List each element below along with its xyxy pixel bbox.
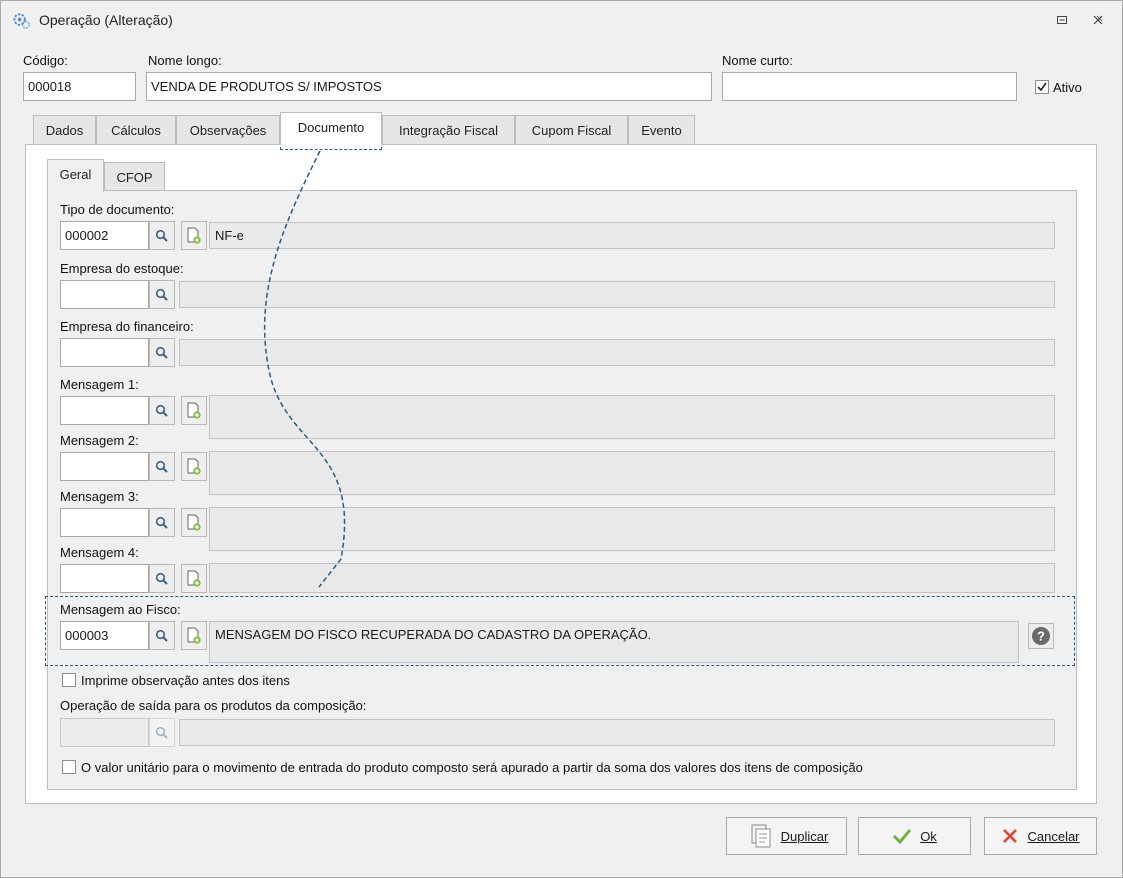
mensagem1-label: Mensagem 1: bbox=[60, 377, 139, 392]
new-document-icon bbox=[187, 514, 201, 531]
mensagem4-search-button[interactable] bbox=[149, 564, 175, 593]
new-document-icon bbox=[187, 570, 201, 587]
check-icon bbox=[1037, 82, 1047, 92]
tab-observacoes[interactable]: Observações bbox=[176, 115, 280, 145]
empresa-estoque-label: Empresa do estoque: bbox=[60, 261, 184, 276]
nome-longo-input[interactable]: VENDA DE PRODUTOS S/ IMPOSTOS bbox=[146, 72, 712, 101]
operacao-saida-code-input[interactable] bbox=[60, 718, 149, 747]
mensagem3-code-input[interactable] bbox=[60, 508, 149, 537]
empresa-financeiro-search-button[interactable] bbox=[149, 338, 175, 367]
imprime-observacao-checkbox[interactable] bbox=[62, 673, 76, 687]
duplicar-label: Duplicar bbox=[780, 828, 829, 844]
restore-icon[interactable] bbox=[1055, 13, 1069, 27]
imprime-observacao-label: Imprime observação antes dos itens bbox=[81, 673, 290, 688]
tab-integracao-fiscal[interactable]: Integração Fiscal bbox=[382, 115, 515, 145]
search-icon bbox=[155, 404, 168, 417]
subtab-geral[interactable]: Geral bbox=[47, 159, 104, 192]
mensagem4-code-input[interactable] bbox=[60, 564, 149, 593]
tab-cupom-fiscal[interactable]: Cupom Fiscal bbox=[515, 115, 628, 145]
window-title: Operação (Alteração) bbox=[39, 12, 173, 28]
gears-app-icon bbox=[13, 13, 30, 29]
tab-documento[interactable]: Documento bbox=[280, 112, 382, 145]
checkmark-icon bbox=[893, 829, 912, 844]
search-icon bbox=[155, 516, 168, 529]
highlight-mensagem-fisco bbox=[45, 596, 1075, 666]
nome-longo-label: Nome longo: bbox=[148, 53, 222, 68]
mensagem3-label: Mensagem 3: bbox=[60, 489, 139, 504]
mensagem1-new-button[interactable] bbox=[181, 396, 207, 425]
operacao-saida-search-button[interactable] bbox=[149, 718, 175, 747]
empresa-estoque-code-input[interactable] bbox=[60, 280, 149, 309]
ok-label: Ok bbox=[920, 828, 937, 844]
new-document-icon bbox=[187, 458, 201, 475]
mensagem2-new-button[interactable] bbox=[181, 452, 207, 481]
new-document-icon bbox=[187, 402, 201, 419]
mensagem3-search-button[interactable] bbox=[149, 508, 175, 537]
tipo-documento-search-button[interactable] bbox=[149, 221, 175, 250]
codigo-label: Código: bbox=[23, 53, 68, 68]
search-icon bbox=[155, 288, 168, 301]
operacao-saida-label: Operação de saída para os produtos da co… bbox=[60, 698, 367, 713]
mensagem4-label: Mensagem 4: bbox=[60, 545, 139, 560]
search-icon bbox=[155, 460, 168, 473]
valor-unitario-label: O valor unitário para o movimento de ent… bbox=[81, 760, 863, 775]
empresa-estoque-search-button[interactable] bbox=[149, 280, 175, 309]
mensagem3-new-button[interactable] bbox=[181, 508, 207, 537]
search-icon bbox=[155, 726, 168, 739]
mensagem1-search-button[interactable] bbox=[149, 396, 175, 425]
cancel-x-icon bbox=[1003, 829, 1018, 843]
subtab-cfop[interactable]: CFOP bbox=[104, 162, 165, 192]
mensagem2-search-button[interactable] bbox=[149, 452, 175, 481]
nome-curto-input[interactable] bbox=[722, 72, 1017, 101]
operacao-saida-description bbox=[179, 719, 1055, 746]
cancelar-button[interactable]: Cancelar bbox=[984, 817, 1097, 855]
connector-arrow bbox=[263, 150, 346, 588]
valor-unitario-checkbox[interactable] bbox=[62, 760, 76, 774]
title-bar: Operação (Alteração) bbox=[1, 1, 1122, 39]
operation-dialog: Operação (Alteração) Código: 000018 Nome… bbox=[0, 0, 1123, 878]
empresa-financeiro-label: Empresa do financeiro: bbox=[60, 319, 194, 334]
duplicar-button[interactable]: Duplicar bbox=[726, 817, 847, 855]
nome-curto-label: Nome curto: bbox=[722, 53, 793, 68]
tipo-documento-new-button[interactable] bbox=[181, 221, 207, 250]
mensagem2-label: Mensagem 2: bbox=[60, 433, 139, 448]
search-icon bbox=[155, 229, 168, 242]
mensagem2-code-input[interactable] bbox=[60, 452, 149, 481]
tipo-documento-label: Tipo de documento: bbox=[60, 202, 175, 217]
mensagem4-new-button[interactable] bbox=[181, 564, 207, 593]
tab-evento[interactable]: Evento bbox=[628, 115, 695, 145]
codigo-input[interactable]: 000018 bbox=[23, 72, 136, 101]
tipo-documento-code-input[interactable]: 000002 bbox=[60, 221, 149, 250]
mensagem1-code-input[interactable] bbox=[60, 396, 149, 425]
close-icon[interactable] bbox=[1091, 13, 1105, 27]
search-icon bbox=[155, 572, 168, 585]
cancelar-label: Cancelar bbox=[1027, 828, 1080, 844]
ativo-label: Ativo bbox=[1053, 80, 1082, 95]
tab-dados[interactable]: Dados bbox=[33, 115, 96, 145]
search-icon bbox=[155, 346, 168, 359]
new-document-icon bbox=[187, 227, 201, 244]
ativo-checkbox[interactable] bbox=[1035, 80, 1049, 94]
tab-calculos[interactable]: Cálculos bbox=[96, 115, 176, 145]
duplicate-document-icon bbox=[751, 824, 771, 848]
empresa-financeiro-code-input[interactable] bbox=[60, 338, 149, 367]
ok-button[interactable]: Ok bbox=[858, 817, 971, 855]
